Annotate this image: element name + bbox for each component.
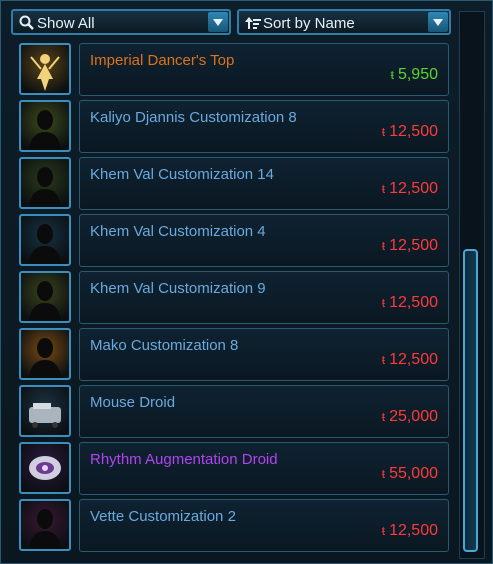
silhouette-icon[interactable] (19, 214, 71, 266)
item-panel[interactable]: Rhythm Augmentation Droid ŧ 55,000 (79, 442, 449, 495)
credits-icon: ŧ (381, 467, 386, 481)
list-item[interactable]: Rhythm Augmentation Droid ŧ 55,000 (19, 442, 451, 496)
silhouette-icon[interactable] (19, 499, 71, 551)
list-item[interactable]: Khem Val Customization 4 ŧ 12,500 (19, 214, 451, 268)
item-panel[interactable]: Khem Val Customization 9 ŧ 12,500 (79, 271, 449, 324)
item-name: Vette Customization 2 (90, 508, 236, 525)
item-price: ŧ 12,500 (382, 180, 438, 198)
augment-droid-icon[interactable] (19, 442, 71, 494)
sort-dropdown[interactable]: Sort by Name (237, 9, 451, 35)
item-price: ŧ 12,500 (382, 522, 438, 540)
item-price: ŧ 5,950 (391, 66, 438, 84)
list-item[interactable]: Vette Customization 2 ŧ 12,500 (19, 499, 451, 553)
filter-dropdown[interactable]: Show All (11, 9, 231, 35)
item-panel[interactable]: Vette Customization 2 ŧ 12,500 (79, 499, 449, 552)
silhouette-icon[interactable] (19, 328, 71, 380)
item-price-value: 12,500 (389, 237, 438, 254)
item-price-value: 12,500 (389, 294, 438, 311)
list-item[interactable]: Kaliyo Djannis Customization 8 ŧ 12,500 (19, 100, 451, 154)
item-price: ŧ 12,500 (382, 123, 438, 141)
item-name: Rhythm Augmentation Droid (90, 451, 278, 468)
item-price-value: 25,000 (389, 408, 438, 425)
list-item[interactable]: Khem Val Customization 9 ŧ 12,500 (19, 271, 451, 325)
credits-icon: ŧ (381, 410, 386, 424)
item-panel[interactable]: Mako Customization 8 ŧ 12,500 (79, 328, 449, 381)
item-price-value: 5,950 (397, 66, 438, 83)
sort-label: Sort by Name (263, 15, 355, 32)
item-panel[interactable]: Khem Val Customization 4 ŧ 12,500 (79, 214, 449, 267)
item-price-value: 12,500 (389, 522, 438, 539)
credits-icon: ŧ (381, 296, 386, 310)
magnifier-icon (19, 15, 34, 30)
scrollbar-thumb[interactable] (463, 249, 478, 552)
item-name: Kaliyo Djannis Customization 8 (90, 109, 297, 126)
item-panel[interactable]: Imperial Dancer's Top ŧ 5,950 (79, 43, 449, 96)
list-item[interactable]: Imperial Dancer's Top ŧ 5,950 (19, 43, 451, 97)
list-item[interactable]: Khem Val Customization 14 ŧ 12,500 (19, 157, 451, 211)
item-price-value: 12,500 (389, 351, 438, 368)
credits-icon: ŧ (381, 182, 386, 196)
item-price: ŧ 12,500 (382, 237, 438, 255)
credits-icon: ŧ (381, 239, 386, 253)
item-price: ŧ 55,000 (382, 465, 438, 483)
list-item[interactable]: Mako Customization 8 ŧ 12,500 (19, 328, 451, 382)
item-panel[interactable]: Mouse Droid ŧ 25,000 (79, 385, 449, 438)
item-name: Mouse Droid (90, 394, 176, 411)
silhouette-icon[interactable] (19, 157, 71, 209)
credits-icon: ŧ (381, 524, 386, 538)
credits-icon: ŧ (381, 125, 386, 139)
credits-icon: ŧ (390, 68, 394, 82)
item-price-value: 55,000 (389, 465, 438, 482)
item-price-value: 12,500 (389, 180, 438, 197)
filter-label: Show All (37, 15, 95, 32)
sort-arrow-icon (245, 17, 261, 29)
sort-dropdown-arrow-icon[interactable] (428, 12, 448, 32)
silhouette-icon[interactable] (19, 271, 71, 323)
item-name: Khem Val Customization 9 (90, 280, 266, 297)
item-price: ŧ 12,500 (382, 294, 438, 312)
droid-icon[interactable] (19, 385, 71, 437)
silhouette-icon[interactable] (19, 100, 71, 152)
item-name: Mako Customization 8 (90, 337, 239, 354)
item-price: ŧ 25,000 (382, 408, 438, 426)
filter-dropdown-arrow-icon[interactable] (208, 12, 228, 32)
list-item[interactable]: Mouse Droid ŧ 25,000 (19, 385, 451, 439)
vendor-list-window: Show All Sort by Name Imperial Dancer's … (0, 0, 493, 564)
item-panel[interactable]: Khem Val Customization 14 ŧ 12,500 (79, 157, 449, 210)
credits-icon: ŧ (381, 353, 386, 367)
item-panel[interactable]: Kaliyo Djannis Customization 8 ŧ 12,500 (79, 100, 449, 153)
item-name: Khem Val Customization 14 (90, 166, 274, 183)
item-name: Imperial Dancer's Top (90, 52, 235, 69)
item-name: Khem Val Customization 4 (90, 223, 266, 240)
item-price: ŧ 12,500 (382, 351, 438, 369)
dancer-icon[interactable] (19, 43, 71, 95)
item-price-value: 12,500 (389, 123, 438, 140)
list-controls: Show All Sort by Name (11, 9, 453, 37)
